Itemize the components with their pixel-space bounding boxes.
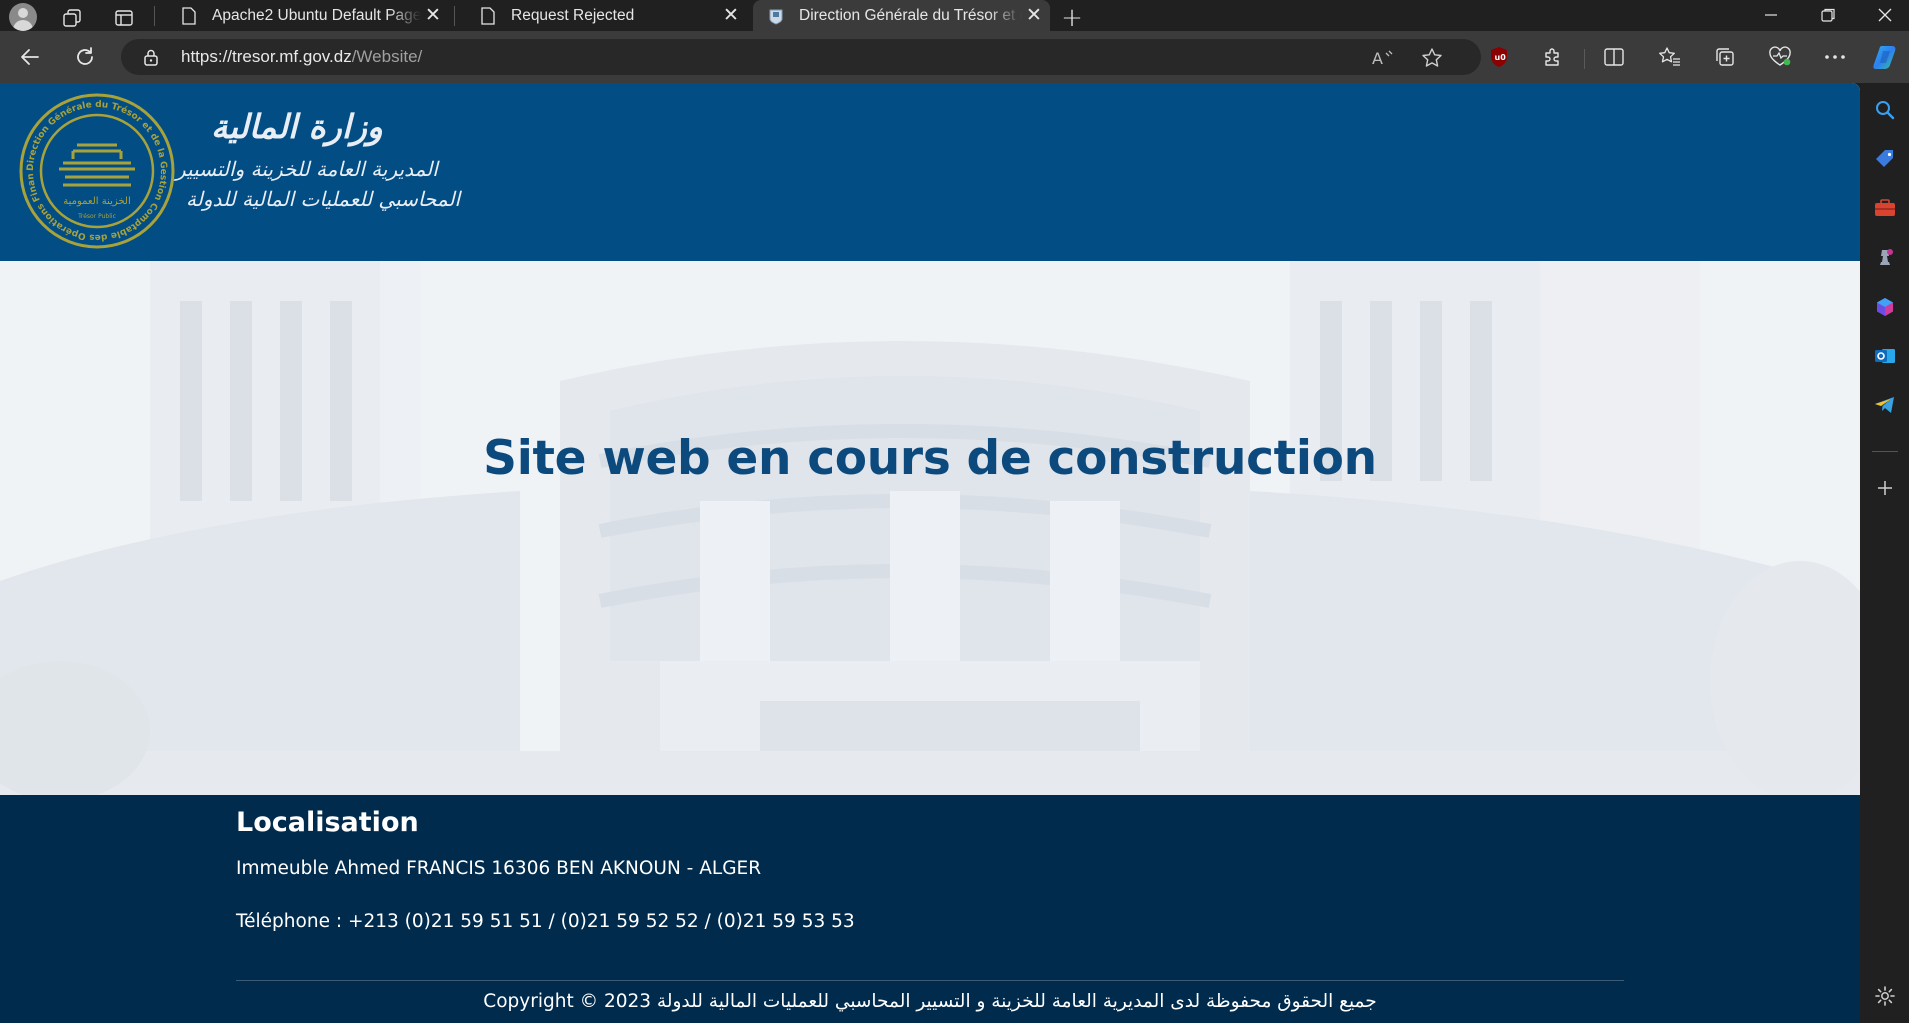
- tab-actions-icon[interactable]: [108, 3, 140, 33]
- read-aloud-icon[interactable]: A: [1371, 46, 1395, 70]
- tab-title: Apache2 Ubuntu Default Page: It works: [212, 6, 421, 24]
- edge-sidebar: [1860, 83, 1909, 1023]
- collections-icon[interactable]: [1710, 42, 1740, 72]
- favorites-icon[interactable]: [1655, 42, 1685, 72]
- more-icon[interactable]: [1820, 42, 1850, 72]
- close-window-button[interactable]: [1862, 0, 1908, 30]
- search-icon[interactable]: [1872, 97, 1898, 123]
- svg-text:A: A: [1372, 49, 1383, 68]
- url-text[interactable]: https://tresor.mf.gov.dz/Website/: [181, 47, 422, 67]
- ublock-origin-icon[interactable]: u0: [1484, 42, 1514, 72]
- puzzle-icon[interactable]: [1538, 42, 1568, 72]
- emblem-center-ar: الخزينة العمومية: [63, 196, 130, 207]
- directorate-name-ar-line1: المديرية العامة للخزينة والتسيير: [176, 157, 438, 181]
- shopping-tag-icon[interactable]: [1872, 146, 1898, 172]
- treasury-emblem-logo: Direction Générale du Trésor et de la Ge…: [16, 85, 175, 249]
- back-arrow-icon[interactable]: [14, 41, 46, 73]
- new-tab-button[interactable]: +: [1056, 3, 1088, 33]
- lock-icon[interactable]: [143, 48, 159, 70]
- telegram-icon[interactable]: [1872, 392, 1898, 418]
- outlook-icon[interactable]: [1872, 343, 1898, 369]
- footer-divider: [236, 980, 1624, 981]
- hero-banner: Site web en cours de construction: [0, 261, 1860, 795]
- address-toolbar: https://tresor.mf.gov.dz/Website/ A u0: [0, 31, 1909, 83]
- settings-gear-icon[interactable]: [1872, 983, 1898, 1009]
- localisation-title: Localisation: [236, 807, 419, 838]
- page-viewport: Direction Générale du Trésor et de la Ge…: [0, 83, 1860, 1023]
- address-text: Immeuble Ahmed FRANCIS 16306 BEN AKNOUN …: [236, 858, 762, 879]
- close-icon[interactable]: ✕: [719, 4, 743, 28]
- tab-title: Direction Générale du Trésor et de la Ge…: [799, 6, 1022, 24]
- split-screen-icon[interactable]: [1599, 42, 1629, 72]
- microsoft365-icon[interactable]: [1872, 294, 1898, 320]
- tab-apache[interactable]: Apache2 Ubuntu Default Page: It works ✕: [166, 0, 449, 31]
- close-icon[interactable]: ✕: [1022, 4, 1046, 28]
- building-background-image: [0, 261, 1860, 795]
- tab-title: Request Rejected: [511, 6, 635, 24]
- construction-heading: Site web en cours de construction: [483, 431, 1377, 486]
- tab-request-rejected[interactable]: Request Rejected ✕: [465, 0, 747, 31]
- address-bar[interactable]: https://tresor.mf.gov.dz/Website/ A: [121, 39, 1481, 75]
- tab-tresor[interactable]: Direction Générale du Trésor et de la Ge…: [753, 0, 1050, 31]
- ministry-name-ar: وزارة المالية: [211, 107, 383, 146]
- site-footer: Localisation Immeuble Ahmed FRANCIS 1630…: [0, 795, 1860, 1023]
- page-icon: [479, 6, 497, 25]
- page-icon: [180, 6, 198, 25]
- add-icon[interactable]: [1872, 475, 1898, 501]
- refresh-icon[interactable]: [69, 41, 101, 73]
- minimize-button[interactable]: [1748, 0, 1794, 30]
- workspaces-icon[interactable]: [56, 3, 88, 33]
- copyright-text: جميع الحقوق محفوظة لدى المديرية العامة ل…: [483, 991, 1377, 1012]
- games-chess-icon[interactable]: [1872, 244, 1898, 270]
- phone-text: Téléphone : +213 (0)21 59 51 51 / (0)21 …: [236, 911, 855, 932]
- close-icon[interactable]: ✕: [421, 4, 445, 28]
- restore-button[interactable]: [1805, 0, 1851, 30]
- svg-text:u0: u0: [1495, 53, 1507, 62]
- tools-briefcase-icon[interactable]: [1872, 195, 1898, 221]
- emblem-center-fr: Trésor Public: [77, 213, 116, 220]
- copilot-icon[interactable]: [1871, 42, 1901, 72]
- site-header: Direction Générale du Trésor et de la Ge…: [0, 83, 1860, 261]
- star-icon[interactable]: [1420, 46, 1444, 70]
- directorate-name-ar-line2: المحاسبي للعمليات المالية للدولة: [186, 187, 461, 211]
- heart-pulse-icon[interactable]: [1765, 42, 1795, 72]
- profile-icon[interactable]: [9, 3, 37, 31]
- site-favicon-icon: [767, 7, 785, 25]
